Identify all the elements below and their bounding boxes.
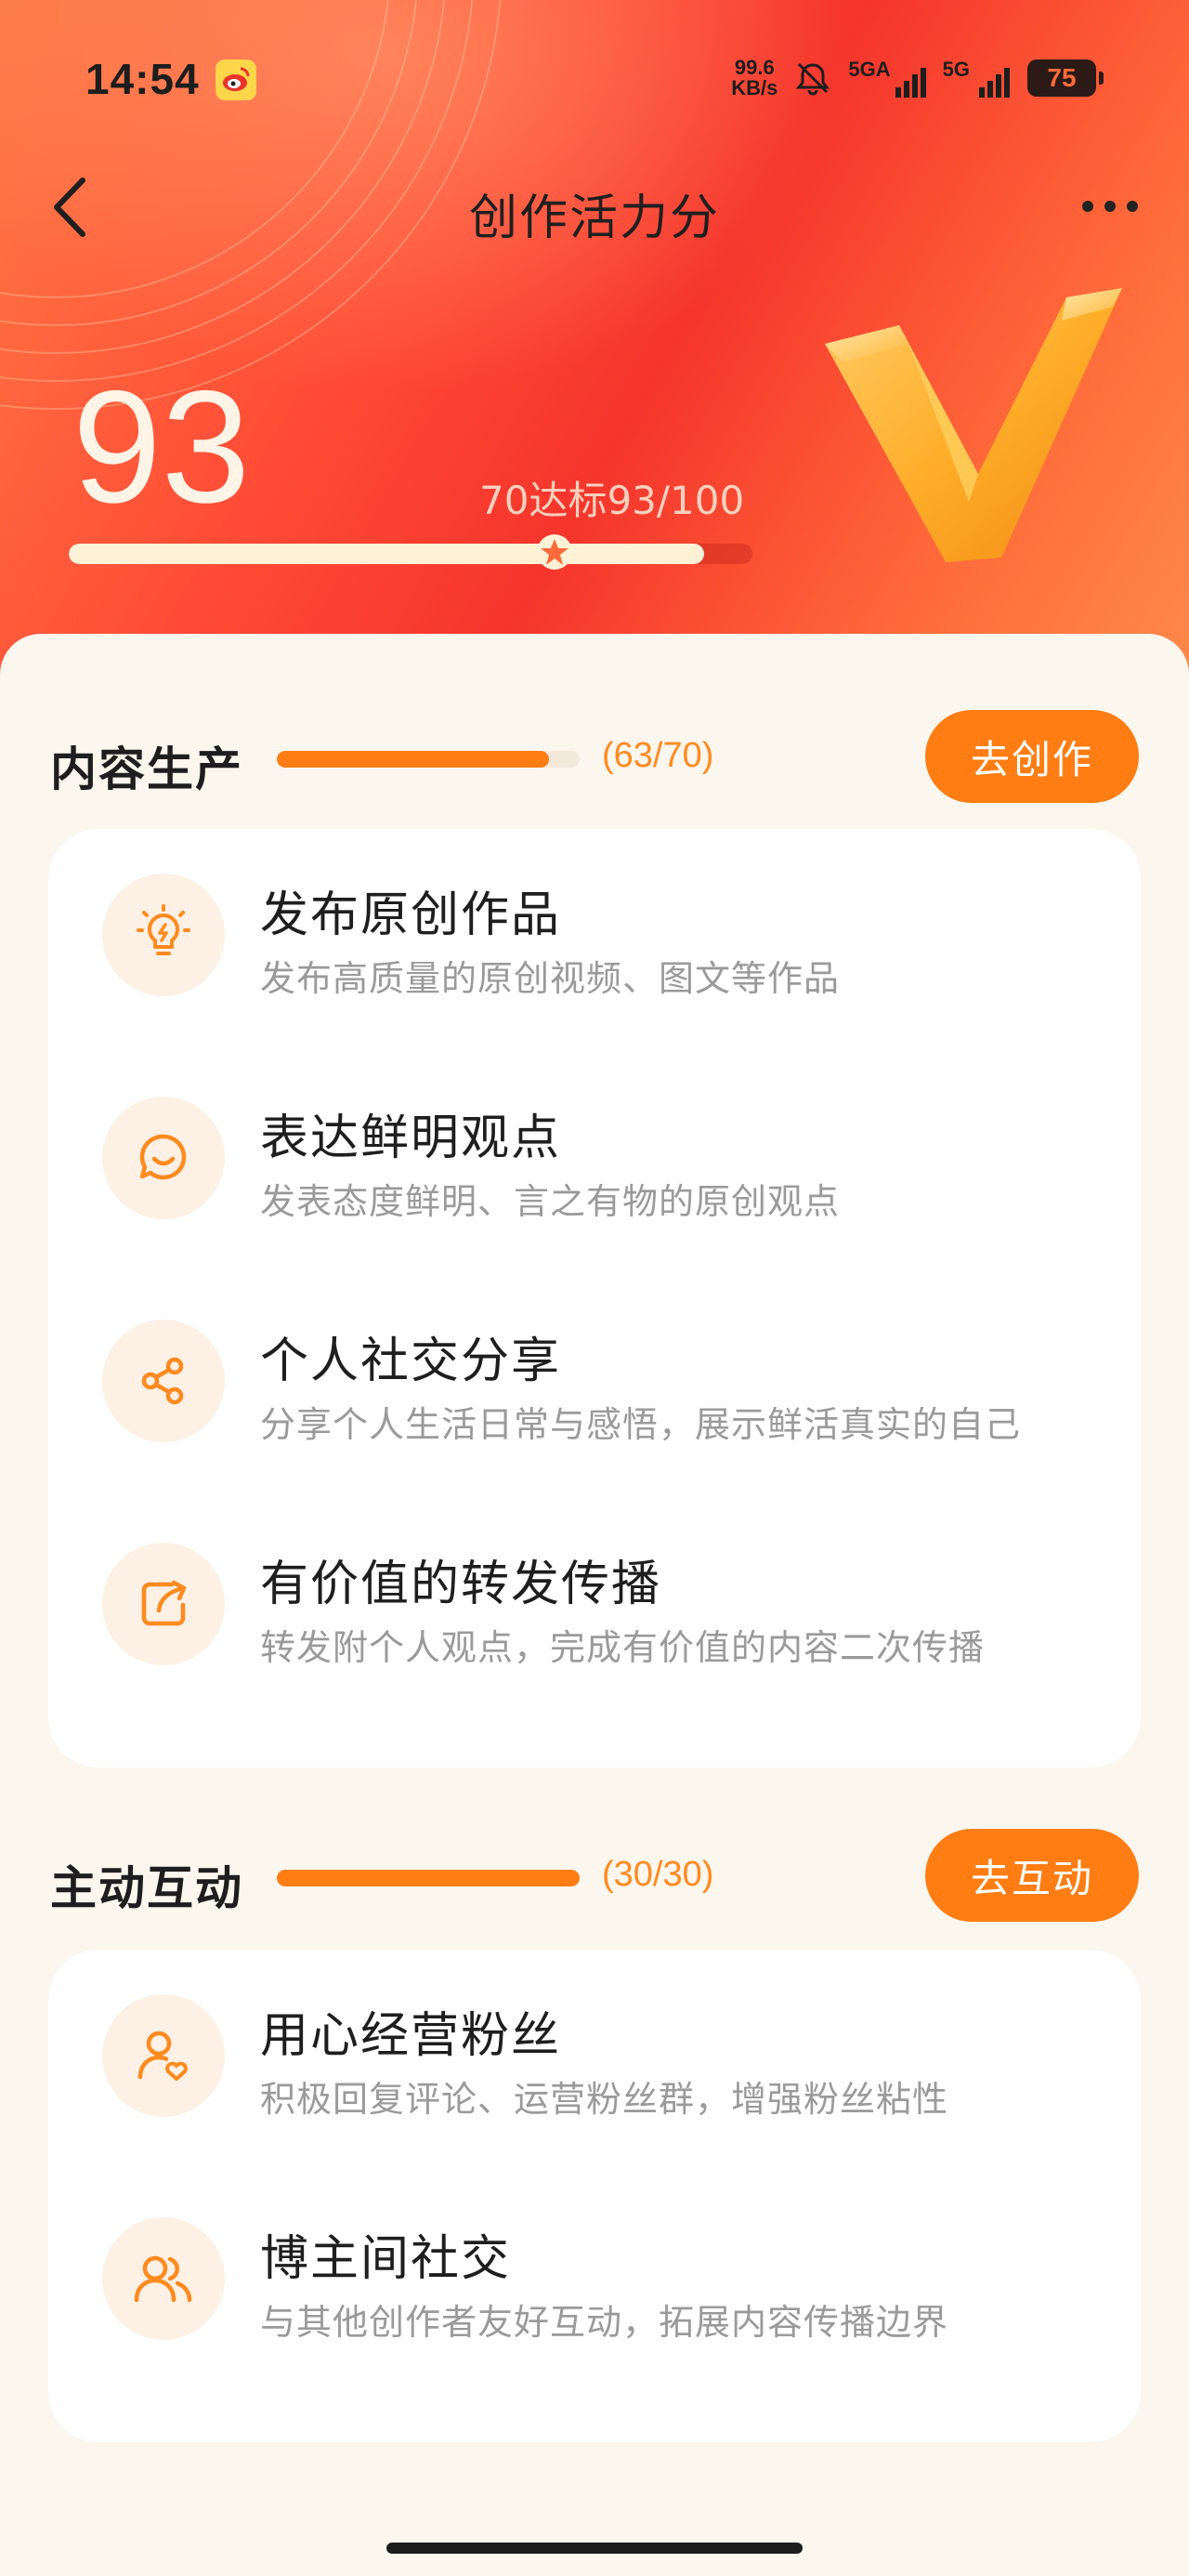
section-progress-bar [277,1870,580,1886]
content-production-card: 发布原创作品 发布高质量的原创视频、图文等作品 表达鲜明观点 发表态度鲜明、言之… [48,829,1141,1768]
navigation-bar: 创作活力分 [0,158,1189,260]
section-header-content-production: 内容生产 (63/70) 去创作 [0,704,1189,807]
item-description: 发表态度鲜明、言之有物的原创观点 [260,1181,841,1222]
list-item[interactable]: 用心经营粉丝 积极回复评论、运营粉丝群，增强粉丝粘性 [48,1950,1141,2136]
status-bar: 14:54 99.6 KB/s 5GA 5G 75 [0,37,1189,121]
item-description: 与其他创作者友好互动，拓展内容传播边界 [260,2302,949,2343]
list-item[interactable]: 有价值的转发传播转发附个人观点，完成有价值的内容二次传播 [48,1498,1141,1684]
section-count: (63/70) [602,736,714,775]
status-icons: 99.6 KB/s 5GA 5G 75 [731,50,1104,106]
signal-5g-label: 5G [942,58,970,81]
item-title: 用心经营粉丝 [260,2008,562,2064]
item-description: 积极回复评论、运营粉丝群，增强粉丝粘性 [260,2079,949,2120]
clock: 14:54 [85,55,200,103]
go-create-button[interactable]: 去创作 [925,710,1139,803]
network-speed-unit: KB/s [731,76,778,99]
section-progress-fill [277,1870,580,1886]
item-title: 表达鲜明观点 [260,1111,562,1166]
bell-muted-icon [796,62,830,96]
users-icon [102,2217,225,2340]
more-button[interactable] [1068,178,1152,234]
item-title: 有价值的转发传播 [260,1557,662,1612]
section-title: 主动互动 [50,1861,243,1915]
score-progress-fill [69,544,705,564]
signal-bars-icon [979,68,1010,98]
header-banner: 14:54 99.6 KB/s 5GA 5G 75 创作活力分 93 70达标9… [0,0,1189,688]
weibo-notification-icon [216,59,256,100]
home-indicator[interactable] [386,2543,803,2554]
battery-indicator: 75 [1027,59,1104,97]
item-description: 分享个人生活日常与感悟，展示鲜活真实的自己 [260,1404,1022,1445]
chat-smile-icon [102,1097,225,1219]
network-speed-value: 99.6 [734,56,775,79]
lightbulb-icon [102,874,225,996]
v-badge-logo [825,288,1122,562]
signal-5ga-label: 5GA [848,58,891,81]
signal-bars-icon [895,68,926,98]
item-title: 发布原创作品 [260,887,562,943]
item-description: 转发附个人观点，完成有价值的内容二次传播 [260,1627,986,1668]
section-progress-fill [277,751,550,768]
user-heart-icon [102,1994,225,2117]
section-progress-bar [277,751,580,768]
signal-5g: 5G [943,58,1011,99]
dot-icon [1127,201,1138,212]
section-count: (30/30) [602,1855,714,1894]
content-sheet: 内容生产 (63/70) 去创作 发布原创作品 发布高质量的原创视频、图文等作品… [0,634,1189,2576]
item-description: 发布高质量的原创视频、图文等作品 [260,958,841,999]
page-title: 创作活力分 [468,191,720,246]
go-interact-button[interactable]: 去互动 [925,1829,1139,1922]
score-value: 93 [72,358,251,536]
item-title: 个人社交分享 [260,1334,562,1389]
list-item[interactable]: 个人社交分享 分享个人生活日常与感悟，展示鲜活真实的自己 [48,1275,1141,1461]
dot-icon [1104,201,1116,212]
repost-icon [102,1543,225,1665]
network-speed: 99.6 KB/s [731,58,777,99]
target-star-icon [537,534,573,570]
list-item[interactable]: 发布原创作品 发布高质量的原创视频、图文等作品 [48,829,1141,1015]
section-header-interaction: 主动互动 (30/30) 去互动 [0,1823,1189,1925]
score-target-hint: 70达标93/100 [479,478,745,523]
signal-5ga: 5GA [848,58,926,99]
section-title: 内容生产 [50,743,243,796]
dot-icon [1082,201,1093,212]
list-item[interactable]: 表达鲜明观点 发表态度鲜明、言之有物的原创观点 [48,1052,1141,1238]
item-title: 博主间社交 [260,2231,512,2287]
list-item[interactable]: 博主间社交 与其他创作者友好互动，拓展内容传播边界 [48,2173,1141,2359]
share-icon [102,1320,225,1442]
score-progress-bar [69,544,752,564]
interaction-card: 用心经营粉丝 积极回复评论、运营粉丝群，增强粉丝粘性 博主间社交 与其他创作者友… [48,1950,1141,2442]
